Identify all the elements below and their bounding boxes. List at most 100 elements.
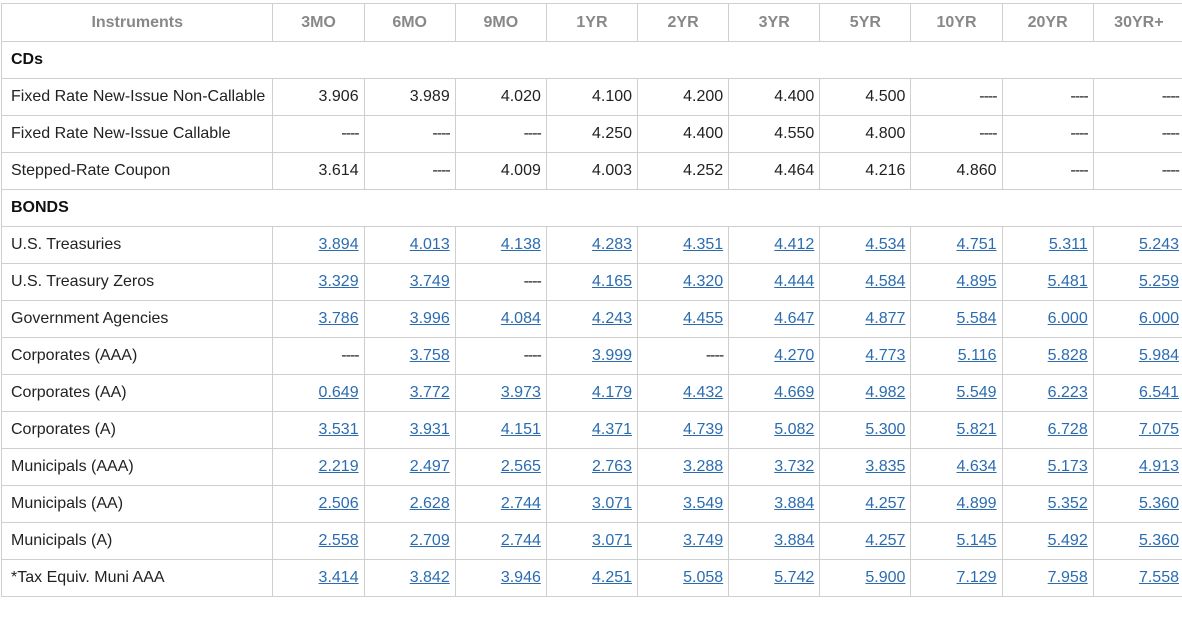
rate-link[interactable]: 2.744 — [501, 495, 541, 512]
rate-link[interactable]: 4.634 — [957, 458, 997, 475]
rate-link[interactable]: 3.946 — [501, 569, 541, 586]
rate-link[interactable]: 6.000 — [1048, 310, 1088, 327]
rate-link[interactable]: 5.481 — [1048, 273, 1088, 290]
rate-link[interactable]: 3.835 — [865, 458, 905, 475]
rate-link[interactable]: 5.360 — [1139, 495, 1179, 512]
rate-link[interactable]: 3.894 — [319, 236, 359, 253]
rate-link[interactable]: 4.179 — [592, 384, 632, 401]
rate-link[interactable]: 6.223 — [1048, 384, 1088, 401]
rate-link[interactable]: 5.742 — [774, 569, 814, 586]
rate-link[interactable]: 4.013 — [410, 236, 450, 253]
rate-link[interactable]: 4.257 — [865, 532, 905, 549]
rate-link[interactable]: 4.647 — [774, 310, 814, 327]
rate-link[interactable]: 2.628 — [410, 495, 450, 512]
rate-cell: 5.311 — [1002, 227, 1093, 264]
rate-link[interactable]: 4.751 — [957, 236, 997, 253]
rate-link[interactable]: 5.549 — [957, 384, 997, 401]
rate-link[interactable]: 3.732 — [774, 458, 814, 475]
rate-link[interactable]: 2.506 — [319, 495, 359, 512]
rate-link[interactable]: 3.414 — [319, 569, 359, 586]
rate-link[interactable]: 5.352 — [1048, 495, 1088, 512]
rate-link[interactable]: 5.492 — [1048, 532, 1088, 549]
rate-link[interactable]: 3.549 — [683, 495, 723, 512]
rate-link[interactable]: 3.531 — [319, 421, 359, 438]
rate-link[interactable]: 4.351 — [683, 236, 723, 253]
rate-link[interactable]: 4.584 — [865, 273, 905, 290]
rate-link[interactable]: 2.497 — [410, 458, 450, 475]
rate-link[interactable]: 5.300 — [865, 421, 905, 438]
rate-link[interactable]: 4.138 — [501, 236, 541, 253]
rate-link[interactable]: 7.958 — [1048, 569, 1088, 586]
rate-link[interactable]: 3.842 — [410, 569, 450, 586]
rate-link[interactable]: 3.758 — [410, 347, 450, 364]
rate-link[interactable]: 6.000 — [1139, 310, 1179, 327]
rate-link[interactable]: 6.728 — [1048, 421, 1088, 438]
rate-link[interactable]: 3.996 — [410, 310, 450, 327]
rate-cell: 4.773 — [820, 338, 911, 375]
rate-link[interactable]: 2.763 — [592, 458, 632, 475]
rate-link[interactable]: 5.058 — [683, 569, 723, 586]
rate-link[interactable]: 5.311 — [1049, 236, 1088, 253]
rate-link[interactable]: 7.075 — [1139, 421, 1179, 438]
rate-link[interactable]: 5.145 — [957, 532, 997, 549]
rate-link[interactable]: 5.259 — [1139, 273, 1179, 290]
rate-link[interactable]: 3.288 — [683, 458, 723, 475]
rate-link[interactable]: 4.251 — [592, 569, 632, 586]
rate-link[interactable]: 3.786 — [319, 310, 359, 327]
rate-link[interactable]: 4.899 — [957, 495, 997, 512]
rate-link[interactable]: 4.257 — [865, 495, 905, 512]
rate-link[interactable]: 5.173 — [1048, 458, 1088, 475]
rate-link[interactable]: 2.709 — [410, 532, 450, 549]
table-row: Municipals (A)2.5582.7092.7443.0713.7493… — [2, 523, 1182, 560]
rate-link[interactable]: 5.584 — [957, 310, 997, 327]
rate-link[interactable]: 3.749 — [683, 532, 723, 549]
rate-link[interactable]: 2.558 — [319, 532, 359, 549]
rate-link[interactable]: 2.219 — [319, 458, 359, 475]
rate-link[interactable]: 6.541 — [1139, 384, 1179, 401]
rate-link[interactable]: 4.371 — [592, 421, 632, 438]
rate-link[interactable]: 4.283 — [592, 236, 632, 253]
rate-link[interactable]: 7.129 — [957, 569, 997, 586]
rate-link[interactable]: 4.243 — [592, 310, 632, 327]
rate-link[interactable]: 4.320 — [683, 273, 723, 290]
rate-link[interactable]: 3.329 — [319, 273, 359, 290]
rate-link[interactable]: 4.773 — [865, 347, 905, 364]
rate-link[interactable]: 2.744 — [501, 532, 541, 549]
rate-cell: ---- — [455, 338, 546, 375]
rate-link[interactable]: 5.828 — [1048, 347, 1088, 364]
rate-link[interactable]: 3.884 — [774, 532, 814, 549]
rate-link[interactable]: 3.071 — [592, 495, 632, 512]
rate-link[interactable]: 5.984 — [1139, 347, 1179, 364]
rate-link[interactable]: 4.444 — [774, 273, 814, 290]
rate-link[interactable]: 4.084 — [501, 310, 541, 327]
rate-link[interactable]: 2.565 — [501, 458, 541, 475]
rate-link[interactable]: 3.772 — [410, 384, 450, 401]
rate-link[interactable]: 5.900 — [865, 569, 905, 586]
rate-link[interactable]: 4.877 — [865, 310, 905, 327]
rate-link[interactable]: 4.534 — [865, 236, 905, 253]
rate-link[interactable]: 4.432 — [683, 384, 723, 401]
rate-link[interactable]: 0.649 — [319, 384, 359, 401]
rate-link[interactable]: 7.558 — [1139, 569, 1179, 586]
rate-link[interactable]: 5.116 — [958, 347, 997, 364]
rate-link[interactable]: 3.071 — [592, 532, 632, 549]
rate-link[interactable]: 4.895 — [957, 273, 997, 290]
rate-link[interactable]: 4.913 — [1139, 458, 1179, 475]
rate-link[interactable]: 4.165 — [592, 273, 632, 290]
rate-link[interactable]: 5.243 — [1139, 236, 1179, 253]
rate-link[interactable]: 4.982 — [865, 384, 905, 401]
rate-link[interactable]: 4.151 — [501, 421, 541, 438]
rate-link[interactable]: 3.999 — [592, 347, 632, 364]
rate-link[interactable]: 3.884 — [774, 495, 814, 512]
rate-link[interactable]: 4.412 — [774, 236, 814, 253]
rate-link[interactable]: 4.270 — [774, 347, 814, 364]
rate-link[interactable]: 4.455 — [683, 310, 723, 327]
rate-link[interactable]: 4.669 — [774, 384, 814, 401]
rate-link[interactable]: 4.739 — [683, 421, 723, 438]
rate-link[interactable]: 3.749 — [410, 273, 450, 290]
rate-link[interactable]: 5.082 — [774, 421, 814, 438]
rate-link[interactable]: 3.931 — [410, 421, 450, 438]
rate-link[interactable]: 5.821 — [957, 421, 997, 438]
rate-link[interactable]: 3.973 — [501, 384, 541, 401]
rate-link[interactable]: 5.360 — [1139, 532, 1179, 549]
